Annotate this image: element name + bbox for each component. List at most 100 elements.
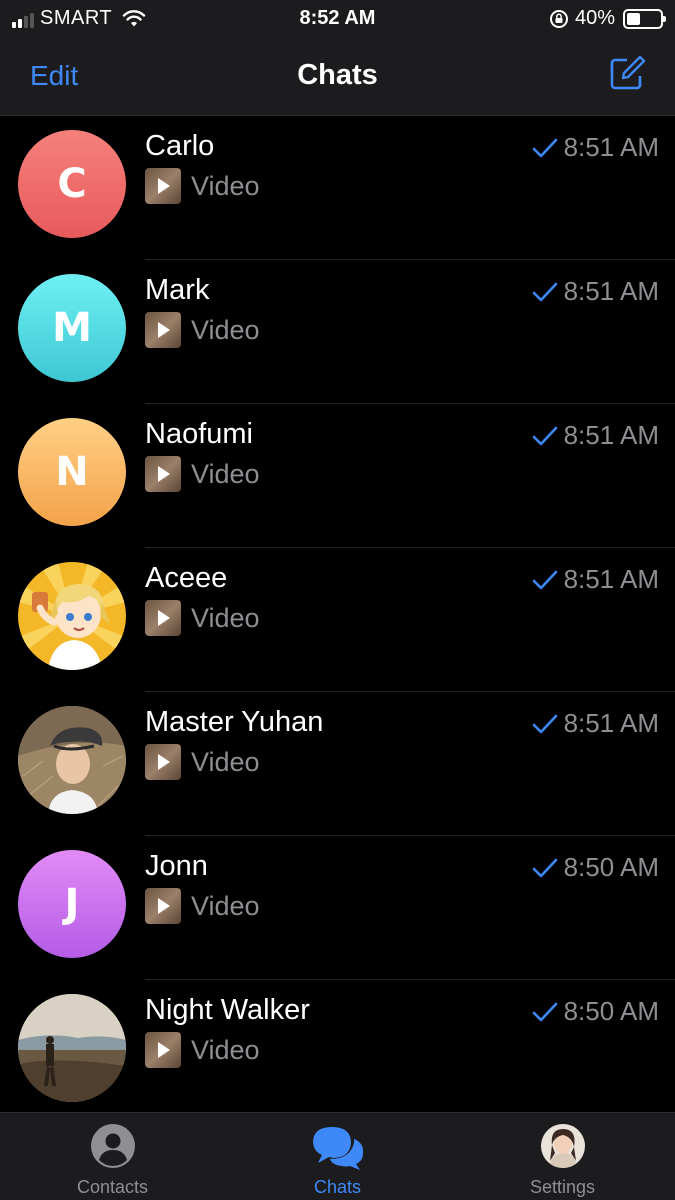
- avatar-initial: J: [64, 881, 80, 927]
- preview-text: Video: [191, 458, 260, 489]
- battery-percent: 40%: [574, 7, 615, 29]
- cellular-signal-icon: [12, 10, 34, 28]
- avatar-initial: C: [57, 161, 87, 207]
- person-photo-avatar-image: [18, 706, 126, 814]
- chat-time: 8:51 AM: [532, 420, 659, 451]
- read-check-icon: [532, 714, 557, 733]
- chat-time: 8:50 AM: [532, 852, 659, 883]
- read-check-icon: [532, 282, 557, 301]
- anime-character-avatar-image: [18, 562, 126, 670]
- tab-bar: Contacts Chats Settings: [0, 1112, 675, 1200]
- play-icon: [158, 1042, 170, 1058]
- chat-bubbles-icon: [312, 1127, 363, 1170]
- chat-time: 8:51 AM: [532, 564, 659, 595]
- chat-time-label: 8:51 AM: [563, 420, 659, 450]
- chat-row-naofumi[interactable]: N Naofumi 8:51 AM Video: [0, 404, 675, 548]
- preview-text: Video: [191, 890, 260, 921]
- read-check-icon: [532, 1002, 557, 1021]
- chat-name: Mark: [145, 274, 210, 306]
- chat-row-carlo[interactable]: C Carlo 8:51 AM Video: [0, 116, 675, 260]
- video-thumbnail: [145, 888, 181, 924]
- preview-text: Video: [191, 170, 260, 201]
- tab-contacts[interactable]: Contacts: [0, 1113, 225, 1200]
- carrier-name: SMART: [40, 7, 113, 29]
- chat-name: Aceee: [145, 562, 228, 594]
- chat-name: Night Walker: [145, 994, 310, 1026]
- chat-time-label: 8:51 AM: [563, 276, 659, 306]
- play-icon: [158, 178, 170, 194]
- chat-time: 8:51 AM: [532, 276, 659, 307]
- tab-chats[interactable]: Chats: [225, 1113, 450, 1200]
- battery-icon: [623, 8, 666, 29]
- wifi-icon: [122, 9, 146, 26]
- chat-row-mark[interactable]: M Mark 8:51 AM Video: [0, 260, 675, 404]
- status-right: 40%: [549, 7, 666, 30]
- message-preview: Video: [145, 600, 260, 636]
- video-thumbnail: [145, 744, 181, 780]
- chat-name: Carlo: [145, 130, 215, 162]
- video-thumbnail: [145, 168, 181, 204]
- chat-row-night-walker[interactable]: Night Walker 8:50 AM Video: [0, 980, 675, 1112]
- chat-time: 8:51 AM: [532, 708, 659, 739]
- message-preview: Video: [145, 744, 260, 780]
- message-preview: Video: [145, 1032, 260, 1068]
- read-check-icon: [532, 426, 557, 445]
- chat-list[interactable]: C Carlo 8:51 AM Video M Mark 8:51 AM Vid…: [0, 116, 675, 1112]
- avatar: C: [18, 130, 126, 238]
- preview-text: Video: [191, 602, 260, 633]
- avatar-initial: N: [55, 449, 89, 495]
- message-preview: Video: [145, 312, 260, 348]
- video-thumbnail: [145, 1032, 181, 1068]
- profile-avatar-icon: [540, 1124, 585, 1168]
- avatar: M: [18, 274, 126, 382]
- person-circle-icon: [90, 1124, 135, 1168]
- avatar: N: [18, 418, 126, 526]
- edit-button[interactable]: Edit: [30, 60, 78, 92]
- telegram-chats-screen: SMART 8:52 AM 40% Edit Chats C Carlo 8:5…: [0, 0, 675, 1200]
- avatar-photo: [18, 994, 126, 1102]
- tab-label: Contacts: [76, 1177, 149, 1197]
- chat-row-master-yuhan[interactable]: Master Yuhan 8:51 AM Video: [0, 692, 675, 836]
- message-preview: Video: [145, 888, 260, 924]
- avatar-photo: [18, 706, 126, 814]
- status-left: SMART: [12, 7, 146, 30]
- play-icon: [158, 322, 170, 338]
- chat-time-label: 8:50 AM: [563, 996, 659, 1026]
- play-icon: [158, 898, 170, 914]
- preview-text: Video: [191, 1034, 260, 1065]
- avatar: J: [18, 850, 126, 958]
- landscape-photo-avatar-image: [18, 994, 126, 1102]
- message-preview: Video: [145, 168, 260, 204]
- chat-time-label: 8:50 AM: [563, 852, 659, 882]
- chat-row-aceee[interactable]: Aceee 8:51 AM Video: [0, 548, 675, 692]
- message-preview: Video: [145, 456, 260, 492]
- page-title: Chats: [297, 59, 378, 91]
- play-icon: [158, 466, 170, 482]
- compose-icon[interactable]: [609, 54, 647, 92]
- battery-level-fill: [627, 12, 640, 25]
- chat-time-label: 8:51 AM: [563, 132, 659, 162]
- chat-name: Jonn: [145, 850, 208, 882]
- video-thumbnail: [145, 456, 181, 492]
- tab-label: Chats: [313, 1177, 362, 1197]
- play-icon: [158, 754, 170, 770]
- tab-label: Settings: [529, 1177, 596, 1197]
- orientation-lock-icon: [549, 9, 568, 28]
- chat-name: Naofumi: [145, 418, 253, 450]
- read-check-icon: [532, 858, 557, 877]
- video-thumbnail: [145, 600, 181, 636]
- chat-time: 8:50 AM: [532, 996, 659, 1027]
- chat-row-jonn[interactable]: J Jonn 8:50 AM Video: [0, 836, 675, 980]
- navigation-bar: Edit Chats: [0, 38, 675, 116]
- chat-time-label: 8:51 AM: [563, 708, 659, 738]
- read-check-icon: [532, 138, 557, 157]
- read-check-icon: [532, 570, 557, 589]
- avatar-initial: M: [52, 305, 92, 351]
- tab-settings[interactable]: Settings: [450, 1113, 675, 1200]
- video-thumbnail: [145, 312, 181, 348]
- play-icon: [158, 610, 170, 626]
- preview-text: Video: [191, 746, 260, 777]
- status-bar: SMART 8:52 AM 40%: [0, 0, 675, 38]
- chat-time: 8:51 AM: [532, 132, 659, 163]
- chat-name: Master Yuhan: [145, 706, 324, 738]
